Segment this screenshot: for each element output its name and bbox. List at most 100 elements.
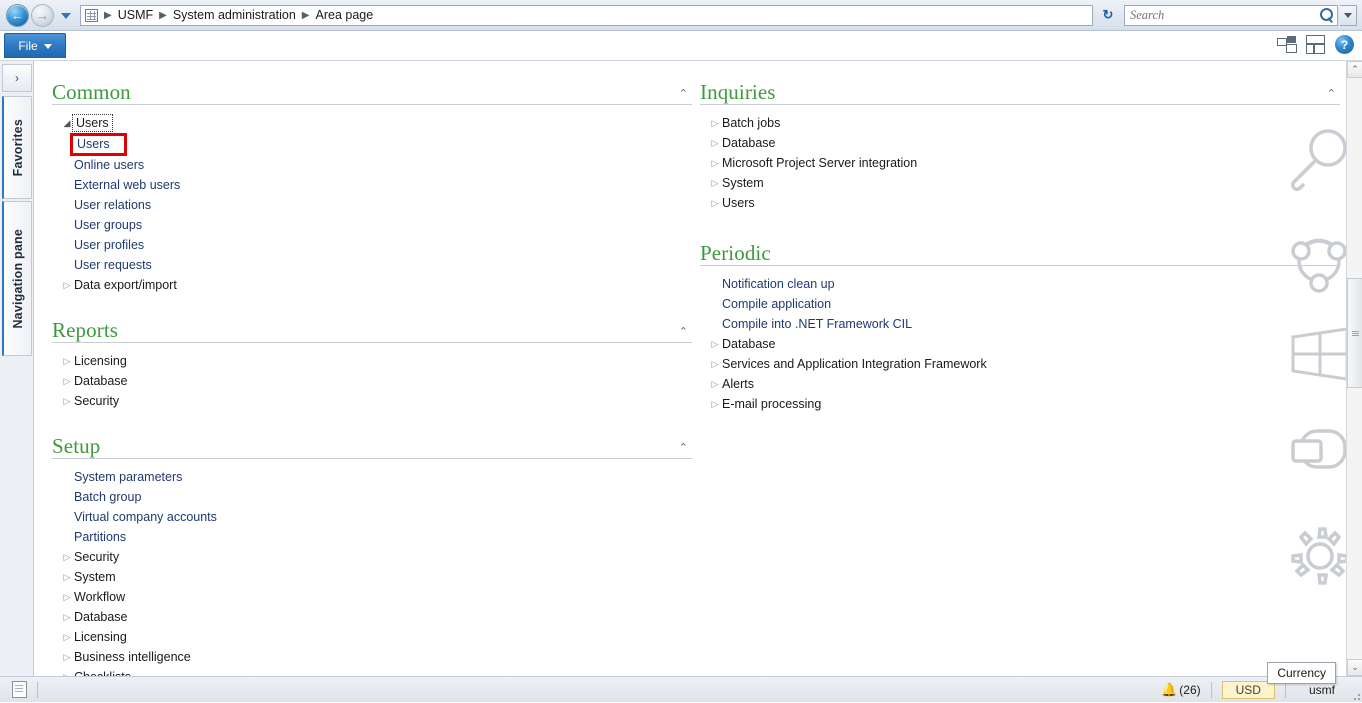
- nav-group-setup-checklists[interactable]: ▷ Checklists: [52, 667, 692, 676]
- nav-item-compile-application[interactable]: Compile application: [700, 294, 1340, 314]
- scroll-down-button[interactable]: ⌄: [1347, 659, 1362, 676]
- triangle-collapsed-icon[interactable]: ▷: [708, 139, 722, 148]
- nav-group-project-server-integration[interactable]: ▷ Microsoft Project Server integration: [700, 153, 1340, 173]
- nav-group-setup-security[interactable]: ▷ Security: [52, 547, 692, 567]
- breadcrumb[interactable]: ▶ USMF ▶ System administration ▶ Area pa…: [80, 5, 1093, 26]
- nav-item-compile-into-cil[interactable]: Compile into .NET Framework CIL: [700, 314, 1340, 334]
- triangle-collapsed-icon[interactable]: ▷: [708, 199, 722, 208]
- section-setup-header: Setup ⌃: [52, 429, 692, 459]
- nav-group-periodic-database[interactable]: ▷ Database: [700, 334, 1340, 354]
- nav-item-external-web-users[interactable]: External web users: [52, 175, 692, 195]
- nav-item-virtual-company-accounts[interactable]: Virtual company accounts: [52, 507, 692, 527]
- nav-group-batch-jobs-label: Batch jobs: [722, 116, 780, 130]
- divider: [700, 265, 1340, 266]
- notifications-count: (26): [1179, 683, 1200, 697]
- nav-group-reports-database[interactable]: ▷ Database: [52, 371, 692, 391]
- section-inquiries-collapse-icon[interactable]: ⌃: [1327, 89, 1336, 100]
- file-menu-button[interactable]: File: [4, 33, 66, 58]
- nav-item-system-parameters-label: System parameters: [74, 470, 182, 484]
- search-dropdown-button[interactable]: [1340, 5, 1357, 26]
- nav-group-setup-system[interactable]: ▷ System: [52, 567, 692, 587]
- nav-item-system-parameters[interactable]: System parameters: [52, 467, 692, 487]
- nav-group-setup-workflow[interactable]: ▷ Workflow: [52, 587, 692, 607]
- nav-item-batch-group[interactable]: Batch group: [52, 487, 692, 507]
- nav-group-reports-licensing[interactable]: ▷ Licensing: [52, 351, 692, 371]
- search-icon[interactable]: [1319, 8, 1334, 23]
- nav-item-user-profiles[interactable]: User profiles: [52, 235, 692, 255]
- section-periodic-body: Notification clean up Compile applicatio…: [700, 266, 1340, 414]
- triangle-collapsed-icon[interactable]: ▷: [60, 593, 74, 602]
- section-periodic-title: Periodic: [700, 243, 771, 266]
- nav-item-notification-clean-up[interactable]: Notification clean up: [700, 274, 1340, 294]
- nav-group-setup-database[interactable]: ▷ Database: [52, 607, 692, 627]
- sidebar-tab-favorites[interactable]: Favorites: [2, 96, 32, 199]
- refresh-button[interactable]: ↻: [1097, 5, 1119, 26]
- nav-group-inquiries-database[interactable]: ▷ Database: [700, 133, 1340, 153]
- breadcrumb-item-page[interactable]: Area page: [316, 8, 374, 22]
- triangle-collapsed-icon[interactable]: ▷: [60, 573, 74, 582]
- scrollbar-track[interactable]: [1347, 78, 1362, 659]
- breadcrumb-item-company[interactable]: USMF: [118, 8, 153, 22]
- sidebar-tab-navigation-pane[interactable]: Navigation pane: [2, 201, 32, 356]
- refresh-icon: ↻: [1103, 7, 1114, 23]
- nav-group-setup-business-intelligence[interactable]: ▷ Business intelligence: [52, 647, 692, 667]
- triangle-collapsed-icon[interactable]: ▷: [60, 377, 74, 386]
- history-dropdown-icon[interactable]: [61, 13, 71, 19]
- triangle-collapsed-icon[interactable]: ▷: [60, 633, 74, 642]
- nav-item-online-users[interactable]: Online users: [52, 155, 692, 175]
- nav-item-user-groups[interactable]: User groups: [52, 215, 692, 235]
- scrollbar-thumb[interactable]: [1347, 278, 1362, 388]
- nav-group-services-aif[interactable]: ▷ Services and Application Integration F…: [700, 354, 1340, 374]
- triangle-collapsed-icon[interactable]: ▷: [60, 553, 74, 562]
- section-setup-collapse-icon[interactable]: ⌃: [679, 443, 688, 454]
- triangle-collapsed-icon[interactable]: ▷: [60, 357, 74, 366]
- expand-pane-button[interactable]: ›: [2, 64, 32, 92]
- triangle-collapsed-icon[interactable]: ▷: [708, 400, 722, 409]
- sidebar-tab-navigation-pane-label: Navigation pane: [11, 229, 25, 329]
- company-status-cell[interactable]: usmf: [1296, 683, 1348, 697]
- nav-item-users[interactable]: Users: [52, 133, 692, 155]
- triangle-collapsed-icon[interactable]: ▷: [60, 397, 74, 406]
- triangle-collapsed-icon[interactable]: ▷: [708, 340, 722, 349]
- nav-group-data-export-import[interactable]: ▷ Data export/import: [52, 275, 692, 295]
- nav-item-partitions[interactable]: Partitions: [52, 527, 692, 547]
- nav-group-users[interactable]: ◢ Users: [52, 113, 692, 133]
- help-icon[interactable]: ?: [1335, 35, 1354, 54]
- notifications-indicator[interactable]: 🔔 (26): [1161, 683, 1201, 697]
- nav-group-setup-database-label: Database: [74, 610, 128, 624]
- nav-group-email-processing[interactable]: ▷ E-mail processing: [700, 394, 1340, 414]
- window-resize-grip[interactable]: [1350, 690, 1360, 700]
- nav-group-alerts[interactable]: ▷ Alerts: [700, 374, 1340, 394]
- triangle-expanded-icon[interactable]: ◢: [60, 119, 74, 128]
- window-icon[interactable]: [1306, 35, 1325, 54]
- section-common-collapse-icon[interactable]: ⌃: [679, 89, 688, 100]
- search-box[interactable]: [1124, 5, 1338, 26]
- triangle-collapsed-icon[interactable]: ▷: [708, 360, 722, 369]
- help-glyph: ?: [1341, 39, 1348, 51]
- nav-group-batch-jobs[interactable]: ▷ Batch jobs: [700, 113, 1340, 133]
- panes-icon[interactable]: [1277, 35, 1296, 54]
- triangle-collapsed-icon[interactable]: ▷: [60, 613, 74, 622]
- nav-item-user-requests[interactable]: User requests: [52, 255, 692, 275]
- search-input[interactable]: [1128, 8, 1319, 23]
- triangle-collapsed-icon[interactable]: ▷: [60, 653, 74, 662]
- nav-item-user-requests-label: User requests: [74, 258, 152, 272]
- section-reports-collapse-icon[interactable]: ⌃: [679, 327, 688, 338]
- triangle-collapsed-icon[interactable]: ▷: [708, 179, 722, 188]
- scroll-up-button[interactable]: ⌃: [1347, 61, 1362, 78]
- forward-button[interactable]: →: [31, 4, 54, 27]
- nav-group-setup-licensing[interactable]: ▷ Licensing: [52, 627, 692, 647]
- nav-group-inquiries-system[interactable]: ▷ System: [700, 173, 1340, 193]
- nav-group-reports-security[interactable]: ▷ Security: [52, 391, 692, 411]
- document-icon[interactable]: [12, 681, 27, 698]
- vertical-scrollbar[interactable]: ⌃ ⌄: [1346, 61, 1362, 676]
- nav-item-user-relations[interactable]: User relations: [52, 195, 692, 215]
- divider: [1211, 682, 1212, 698]
- triangle-collapsed-icon[interactable]: ▷: [60, 281, 74, 290]
- triangle-collapsed-icon[interactable]: ▷: [708, 159, 722, 168]
- triangle-collapsed-icon[interactable]: ▷: [708, 380, 722, 389]
- nav-group-inquiries-users[interactable]: ▷ Users: [700, 193, 1340, 213]
- breadcrumb-item-module[interactable]: System administration: [173, 8, 296, 22]
- back-button[interactable]: ←: [6, 4, 29, 27]
- triangle-collapsed-icon[interactable]: ▷: [708, 119, 722, 128]
